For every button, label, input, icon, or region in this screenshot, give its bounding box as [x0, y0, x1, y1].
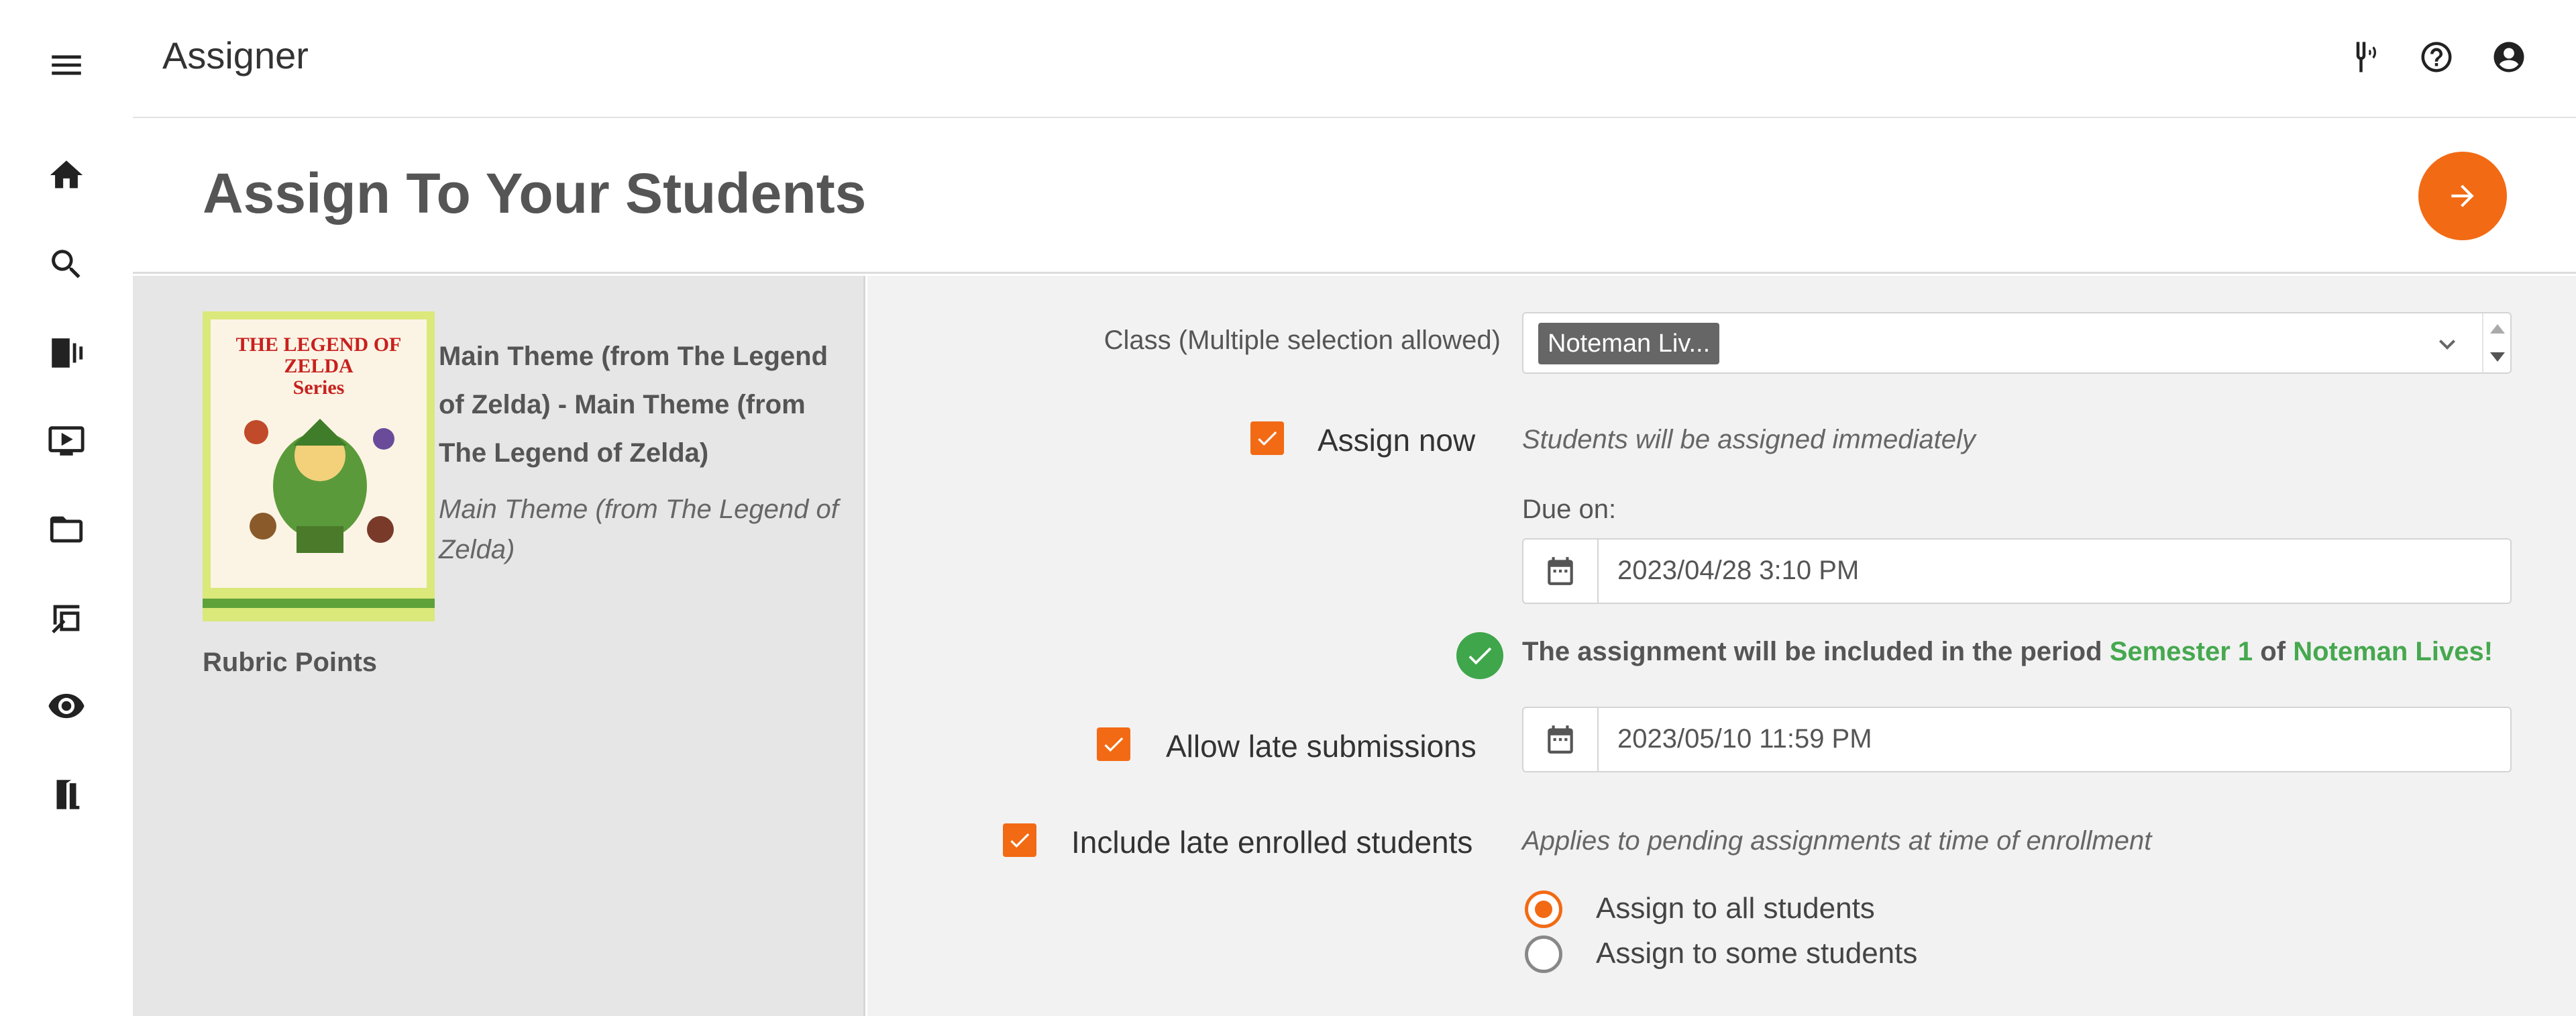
due-date-field[interactable]: 2023/04/28 3:10 PM: [1522, 538, 2512, 604]
account-icon[interactable]: [2489, 37, 2529, 77]
assign-icon[interactable]: [43, 595, 90, 642]
late-submissions-label: Allow late submissions: [1166, 729, 1477, 764]
video-icon[interactable]: [43, 417, 90, 464]
late-enrolled-hint: Applies to pending assignments at time o…: [1522, 826, 2152, 856]
late-enrolled-label: Include late enrolled students: [1071, 825, 1473, 860]
tuning-fork-icon[interactable]: [2344, 37, 2384, 77]
home-icon[interactable]: [43, 152, 90, 199]
assign-now-checkbox[interactable]: [1250, 421, 1284, 455]
period-of: of: [2260, 637, 2286, 666]
check-icon: [1258, 431, 1277, 446]
period-name: Semester 1: [2109, 637, 2253, 666]
piece-panel: THE LEGEND OF ZELDA Series Main Theme (f…: [133, 276, 865, 1016]
top-bar: Assigner: [133, 0, 2576, 118]
check-icon: [1010, 833, 1030, 848]
class-chip[interactable]: Noteman Liv...: [1538, 323, 1720, 364]
folder-icon[interactable]: [43, 506, 90, 553]
period-class: Noteman Lives!: [2293, 637, 2493, 666]
period-note: The assignment will be included in the p…: [1522, 637, 2493, 667]
calendar-icon[interactable]: [1523, 540, 1599, 603]
cover-title: THE LEGEND OF ZELDA: [235, 334, 402, 377]
assign-all-label[interactable]: Assign to all students: [1596, 892, 1875, 925]
piece-cover-image: THE LEGEND OF ZELDA Series: [203, 311, 435, 621]
rubric-points-label: Rubric Points: [203, 648, 378, 677]
assign-now-label: Assign now: [1318, 423, 1476, 458]
check-circle-icon: [1456, 632, 1503, 679]
piece-title: Main Theme (from The Legend of Zelda) - …: [439, 342, 828, 468]
left-rail: [0, 0, 133, 1016]
piece-subtitle: Main Theme (from The Legend of Zelda): [439, 495, 839, 564]
assign-some-radio[interactable]: [1525, 935, 1562, 973]
page-header: Assign To Your Students: [133, 119, 2576, 274]
help-icon[interactable]: [2416, 37, 2457, 77]
chevron-down-icon[interactable]: [2431, 328, 2463, 360]
cover-illustration: [244, 419, 394, 553]
library-icon[interactable]: [43, 329, 90, 376]
check-icon: [1104, 737, 1124, 752]
assign-some-label[interactable]: Assign to some students: [1596, 937, 1917, 970]
menu-icon[interactable]: [43, 42, 90, 89]
assign-form: Class (Multiple selection allowed) Notem…: [867, 276, 2576, 1016]
exit-icon[interactable]: [43, 771, 90, 818]
late-date-field[interactable]: 2023/05/10 11:59 PM: [1522, 707, 2512, 772]
period-prefix: The assignment will be included in the p…: [1522, 637, 2102, 666]
assign-now-hint: Students will be assigned immediately: [1522, 425, 1976, 454]
arrow-right-icon: [2451, 185, 2474, 207]
late-enrolled-checkbox[interactable]: [1003, 823, 1036, 857]
due-date-value[interactable]: 2023/04/28 3:10 PM: [1617, 556, 1859, 586]
late-submissions-checkbox[interactable]: [1097, 727, 1130, 761]
class-select[interactable]: Noteman Liv...: [1522, 312, 2512, 374]
next-button[interactable]: [2418, 152, 2507, 240]
assign-all-radio[interactable]: [1525, 891, 1562, 928]
calendar-icon[interactable]: [1523, 708, 1599, 771]
app-title: Assigner: [162, 34, 309, 77]
due-label: Due on:: [1522, 495, 1617, 524]
class-select-scroller[interactable]: [2482, 313, 2510, 372]
eye-icon[interactable]: [43, 682, 90, 729]
page-title: Assign To Your Students: [203, 162, 867, 225]
late-date-value[interactable]: 2023/05/10 11:59 PM: [1617, 724, 1872, 754]
class-label: Class (Multiple selection allowed): [1104, 325, 1501, 355]
search-icon[interactable]: [43, 241, 90, 288]
